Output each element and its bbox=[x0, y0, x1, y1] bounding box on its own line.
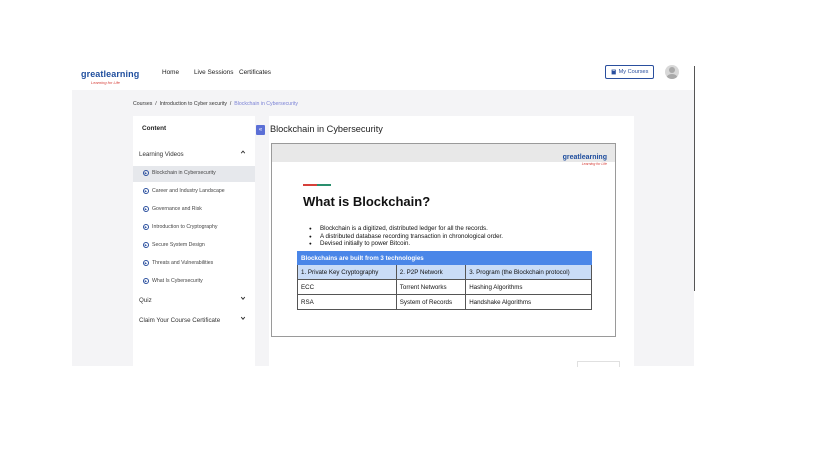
sidebar-item-label: Threats and Vulnerabilities bbox=[152, 260, 214, 266]
sidebar-item-label: What Is Cybersecurity bbox=[152, 278, 203, 284]
column-header: 3. Program (the Blockchain protocol) bbox=[465, 264, 592, 280]
next-button[interactable] bbox=[577, 361, 620, 367]
top-navbar: greatlearning Learning for Life Home Liv… bbox=[72, 53, 694, 90]
sidebar-item-label: Introduction to Cryptography bbox=[152, 224, 218, 230]
window-edge-divider bbox=[694, 66, 695, 291]
slide-bullets: Blockchain is a digitized, distributed l… bbox=[309, 225, 503, 248]
my-courses-button[interactable]: My Courses bbox=[605, 65, 654, 79]
table-column-headers: 1. Private Key Cryptography 2. P2P Netwo… bbox=[297, 264, 592, 280]
logo-tagline: Learning for Life bbox=[91, 80, 120, 85]
book-icon bbox=[611, 69, 616, 75]
slide-logo-tagline: Learning for Life bbox=[581, 162, 607, 166]
table-cell: RSA bbox=[297, 294, 397, 310]
nav-certificates[interactable]: Certificates bbox=[239, 69, 271, 76]
slide-heading: What is Blockchain? bbox=[303, 194, 431, 209]
content-sidebar: Content Learning Videos ▶ Blockchain in … bbox=[133, 116, 255, 366]
logo-brand: greatlearning bbox=[81, 69, 140, 79]
breadcrumb-separator: / bbox=[229, 101, 232, 107]
technologies-table: Blockchains are built from 3 technologie… bbox=[297, 251, 592, 310]
section-claim-certificate[interactable]: Claim Your Course Certificate bbox=[133, 314, 255, 328]
breadcrumb: Courses / Introduction to Cyber security… bbox=[133, 101, 298, 107]
slide-logo-brand: greatlearning bbox=[562, 154, 607, 161]
sidebar-item-label: Blockchain in Cybersecurity bbox=[152, 170, 216, 176]
table-row: ECC Torrent Networks Hashing Algorithms bbox=[297, 279, 592, 295]
sidebar-title: Content bbox=[142, 125, 167, 132]
nav-home[interactable]: Home bbox=[162, 69, 179, 76]
sidebar-item-label: Governance and Risk bbox=[152, 206, 202, 212]
table-cell: Torrent Networks bbox=[395, 279, 467, 295]
section-label: Claim Your Course Certificate bbox=[139, 317, 221, 324]
table-cell: System of Records bbox=[395, 294, 467, 310]
sidebar-item-secure-design[interactable]: ▶ Secure System Design bbox=[133, 238, 255, 254]
collapse-sidebar-button[interactable]: « bbox=[256, 125, 265, 135]
avatar[interactable] bbox=[665, 65, 679, 79]
column-header: 2. P2P Network bbox=[395, 264, 467, 280]
nav-live-sessions[interactable]: Live Sessions bbox=[194, 69, 233, 76]
my-courses-label: My Courses bbox=[618, 69, 649, 75]
table-cell: Hashing Algorithms bbox=[465, 279, 592, 295]
table-cell: ECC bbox=[297, 279, 397, 295]
section-learning-videos[interactable]: Learning Videos bbox=[133, 148, 255, 162]
sidebar-item-threats[interactable]: ▶ Threats and Vulnerabilities bbox=[133, 256, 255, 272]
sidebar-item-career[interactable]: ▶ Career and Industry Landscape bbox=[133, 184, 255, 200]
accent-line bbox=[303, 184, 331, 186]
content-panel: Blockchain in Cybersecurity greatlearnin… bbox=[269, 116, 634, 366]
column-header: 1. Private Key Cryptography bbox=[297, 264, 397, 280]
play-icon: ▶ bbox=[143, 278, 149, 284]
breadcrumb-current: Blockchain in Cybersecurity bbox=[234, 101, 298, 107]
play-icon: ▶ bbox=[143, 242, 149, 248]
chevron-down-icon bbox=[240, 295, 246, 303]
bullet-item: A distributed database recording transac… bbox=[309, 233, 503, 241]
user-icon bbox=[666, 67, 678, 79]
play-icon: ▶ bbox=[143, 188, 149, 194]
sidebar-item-governance[interactable]: ▶ Governance and Risk bbox=[133, 202, 255, 218]
sidebar-item-what-is-cybersecurity[interactable]: ▶ What Is Cybersecurity bbox=[133, 274, 255, 290]
table-header: Blockchains are built from 3 technologie… bbox=[297, 251, 592, 265]
breadcrumb-courses[interactable]: Courses bbox=[133, 101, 152, 107]
play-icon: ▶ bbox=[143, 170, 149, 176]
chevron-up-icon bbox=[240, 149, 246, 157]
slide-header-bar: greatlearning Learning for Life bbox=[272, 144, 615, 166]
play-icon: ▶ bbox=[143, 206, 149, 212]
breadcrumb-course[interactable]: Introduction to Cyber security bbox=[160, 101, 227, 107]
table-row: RSA System of Records Handshake Algorith… bbox=[297, 294, 592, 310]
page-title: Blockchain in Cybersecurity bbox=[270, 124, 383, 134]
bullet-item: Devised initially to power Bitcoin. bbox=[309, 240, 503, 248]
play-icon: ▶ bbox=[143, 260, 149, 266]
section-quiz[interactable]: Quiz bbox=[133, 294, 255, 308]
app-window: greatlearning Learning for Life Home Liv… bbox=[72, 53, 694, 366]
sidebar-item-label: Career and Industry Landscape bbox=[152, 188, 225, 194]
slide-viewer[interactable]: greatlearning Learning for Life What is … bbox=[271, 143, 616, 337]
sidebar-item-label: Secure System Design bbox=[152, 242, 205, 248]
table-cell: Handshake Algorithms bbox=[465, 294, 592, 310]
bullet-item: Blockchain is a digitized, distributed l… bbox=[309, 225, 503, 233]
sidebar-item-cryptography[interactable]: ▶ Introduction to Cryptography bbox=[133, 220, 255, 236]
slide-logo: greatlearning Learning for Life bbox=[563, 147, 607, 167]
chevron-down-icon bbox=[240, 315, 246, 323]
greatlearning-logo[interactable]: greatlearning Learning for Life bbox=[81, 65, 139, 85]
breadcrumb-separator: / bbox=[155, 101, 157, 107]
play-icon: ▶ bbox=[143, 224, 149, 230]
section-label: Quiz bbox=[139, 297, 152, 304]
section-label: Learning Videos bbox=[139, 151, 184, 158]
sidebar-item-blockchain[interactable]: ▶ Blockchain in Cybersecurity bbox=[133, 166, 255, 182]
